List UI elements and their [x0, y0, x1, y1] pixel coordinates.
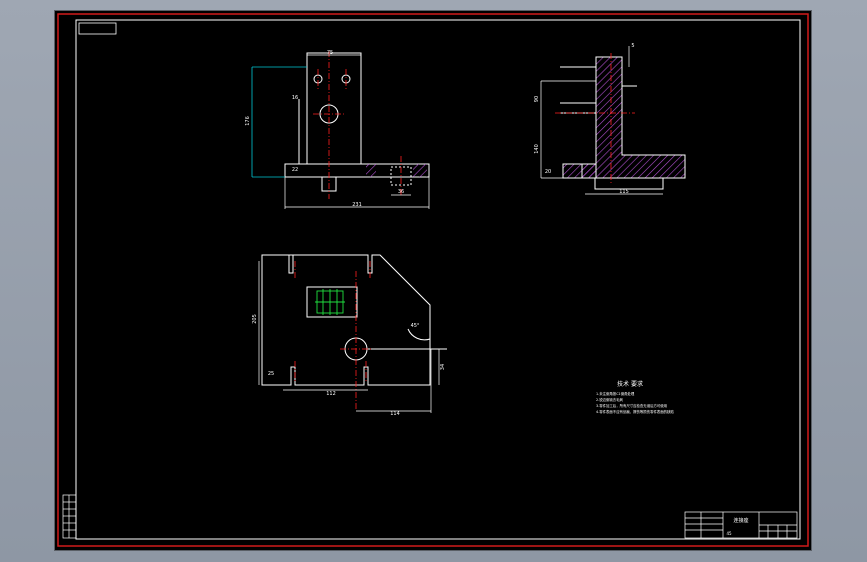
front-dim-height: 176 — [245, 116, 251, 126]
side-view-section — [560, 56, 686, 190]
side-dim-upper: 90 — [534, 96, 540, 102]
tech-req-line-3: 3.零件加工后，所有尺寸应检查无误后方可使用 — [596, 403, 667, 408]
title-block — [684, 511, 798, 539]
tech-req-line-2: 2.锐边倒钝去毛刺 — [596, 397, 624, 402]
tech-req-line-4: 4.零件表面不应有划痕、擦伤等损伤零件表面的缺陷 — [596, 409, 674, 414]
side-dim-base: 20 — [545, 169, 551, 175]
cad-viewport[interactable]: 75 176 231 36 16 22 90 140 20 115 5 205 … — [55, 11, 811, 550]
side-dim-lower: 140 — [534, 144, 540, 154]
front-dim-top: 75 — [327, 50, 333, 56]
top-view — [261, 254, 447, 386]
top-dim-left: 25 — [268, 371, 274, 377]
inner-frame — [75, 19, 801, 540]
drawing-number-box — [78, 22, 117, 35]
front-dim-slot: 36 — [398, 189, 404, 195]
tech-req-line-1: 1.未注倒角按C1倒角处理 — [596, 391, 635, 396]
title-block-material: 45 — [726, 531, 732, 536]
top-dim-angle: 45° — [411, 323, 420, 329]
technical-requirements: 技术 要求 1.未注倒角按C1倒角处理 2.锐边倒钝去毛刺 3.零件加工后，所有… — [596, 380, 674, 414]
side-dim-top-tick: 5 — [631, 43, 634, 49]
front-view — [284, 52, 430, 192]
top-dim-right: 114 — [390, 411, 400, 417]
top-dim-mid: 112 — [326, 391, 336, 397]
front-dim-bottom: 231 — [352, 202, 362, 208]
outer-frame — [57, 13, 809, 547]
front-dim-side: 22 — [292, 167, 298, 173]
title-block-part-name: 连接座 — [733, 517, 748, 524]
top-dim-small: 34 — [440, 364, 446, 370]
tech-req-title: 技术 要求 — [617, 380, 643, 388]
revision-table — [62, 494, 77, 539]
top-dim-width: 205 — [252, 314, 258, 324]
top-view-green-feature — [315, 289, 345, 315]
front-dim-small: 16 — [292, 95, 298, 101]
side-dim-bottom: 115 — [619, 189, 629, 195]
engineering-drawing: 75 176 231 36 16 22 90 140 20 115 5 205 … — [57, 13, 809, 547]
